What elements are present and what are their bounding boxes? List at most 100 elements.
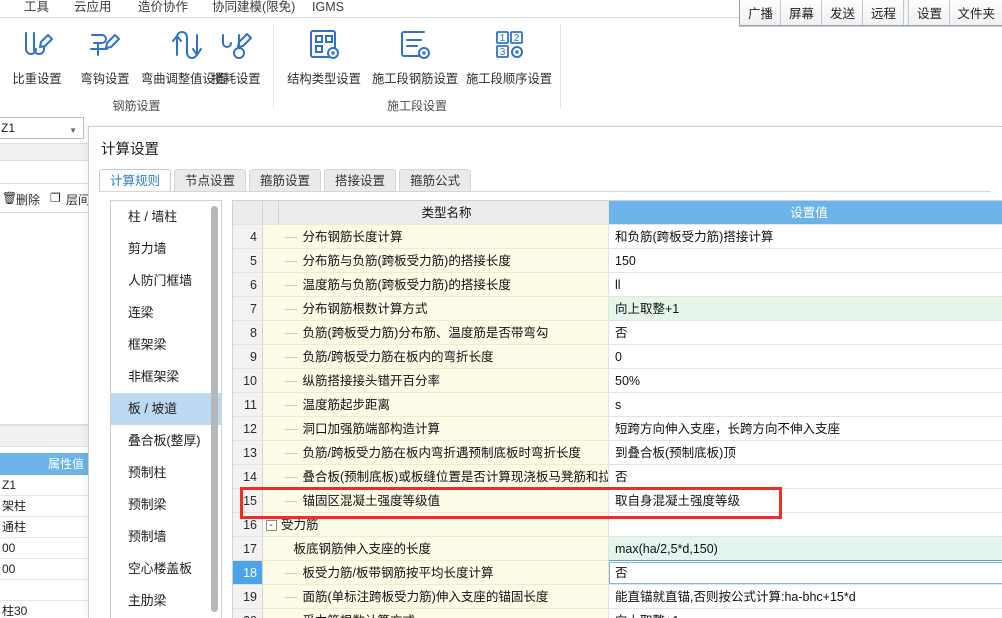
sidebar-item-coupling-beam[interactable]: 连梁: [111, 297, 221, 329]
delete-icon[interactable]: 🗑: [2, 191, 17, 205]
table-row[interactable]: 19 — 面筋(单标注跨板受力筋)伸入支座的锚固长度 能直锚就直锚,否则按公式计算…: [233, 585, 1002, 609]
broadcast-button[interactable]: 广播: [740, 0, 782, 25]
table-row-selected[interactable]: 18 — 板受力筋/板带钢筋按平均长度计算 否: [233, 561, 1002, 585]
row-number[interactable]: 11: [233, 393, 263, 417]
sidebar-item-column-wallcolumn[interactable]: 柱 / 墙柱: [111, 201, 221, 233]
layer-button-label[interactable]: 层间: [66, 191, 90, 208]
property-row[interactable]: 通柱: [0, 517, 88, 538]
table-row[interactable]: 5 — 分布筋与负筋(跨板受力筋)的搭接长度 150: [233, 249, 1002, 273]
row-number[interactable]: 9: [233, 345, 263, 369]
table-row[interactable]: 12 — 洞口加强筋端部构造计算 短跨方向伸入支座，长跨方向不伸入支座: [233, 417, 1002, 441]
row-expander[interactable]: -: [263, 513, 279, 537]
row-setting-value[interactable]: 向上取整+1: [609, 297, 1002, 321]
row-setting-value[interactable]: 150: [609, 249, 1002, 273]
row-setting-value[interactable]: [609, 513, 1002, 537]
row-setting-value[interactable]: 向上取整+1: [609, 609, 1002, 618]
element-selector-combo[interactable]: Z1 ▼: [0, 117, 84, 139]
row-number[interactable]: 20: [233, 609, 263, 618]
button-hook-setting[interactable]: 弯钩设置: [74, 23, 136, 87]
ribbon-tab-cost[interactable]: 造价协作: [138, 0, 188, 16]
button-segment-rebar-setting[interactable]: 施工段钢筋设置: [368, 23, 462, 87]
folder-button[interactable]: 文件夹: [950, 0, 1002, 25]
sidebar-item-main-rib-beam[interactable]: 主肋梁: [111, 585, 221, 617]
property-row[interactable]: [0, 580, 88, 601]
component-type-tree[interactable]: 柱 / 墙柱 剪力墙 人防门框墙 连梁 框架梁 非框架梁 板 / 坡道 叠合板(…: [110, 200, 222, 618]
delete-button-label[interactable]: 删除: [16, 191, 40, 208]
remote-button[interactable]: 远程: [863, 0, 905, 25]
row-setting-value[interactable]: ll: [609, 273, 1002, 297]
table-row[interactable]: 11 — 温度筋起步距离 s: [233, 393, 1002, 417]
button-loss-setting[interactable]: 损耗设置: [205, 23, 267, 87]
row-number[interactable]: 12: [233, 417, 263, 441]
screen-button[interactable]: 屏幕: [781, 0, 823, 25]
row-number[interactable]: 18: [233, 561, 263, 585]
row-number[interactable]: 5: [233, 249, 263, 273]
send-button[interactable]: 发送: [822, 0, 864, 25]
settings-button[interactable]: 设置: [909, 0, 951, 25]
table-row-current[interactable]: 17 板底钢筋伸入支座的长度 max(ha/2,5*d,150): [233, 537, 1002, 561]
table-row[interactable]: 9 — 负筋/跨板受力筋在板内的弯折长度 0: [233, 345, 1002, 369]
property-row[interactable]: 00: [0, 559, 88, 580]
button-weight-setting[interactable]: 比重设置: [6, 23, 68, 87]
row-setting-value[interactable]: 取自身混凝土强度等级: [609, 489, 1002, 513]
grid-header-type-name[interactable]: 类型名称: [279, 201, 609, 225]
row-number[interactable]: 15: [233, 489, 263, 513]
property-row[interactable]: 柱30: [0, 601, 88, 618]
tab-lap-settings[interactable]: 搭接设置: [324, 169, 397, 192]
button-structure-type-setting[interactable]: 结构类型设置: [282, 23, 366, 87]
row-setting-value-editor[interactable]: 否: [609, 561, 1002, 585]
grid-header-setting-value[interactable]: 设置值: [609, 201, 1002, 225]
row-number[interactable]: 19: [233, 585, 263, 609]
tab-calculation-rules[interactable]: 计算规则: [99, 169, 172, 192]
collapse-toggle-icon[interactable]: -: [265, 520, 277, 532]
table-row[interactable]: 15 — 锚固区混凝土强度等级值 取自身混凝土强度等级: [233, 489, 1002, 513]
row-setting-value[interactable]: 0: [609, 345, 1002, 369]
table-row[interactable]: 6 — 温度筋与负筋(跨板受力筋)的搭接长度 ll: [233, 273, 1002, 297]
property-row[interactable]: Z1: [0, 475, 88, 496]
tab-stirrup-formula[interactable]: 箍筋公式: [399, 169, 472, 192]
row-number[interactable]: 7: [233, 297, 263, 321]
row-setting-value[interactable]: 否: [609, 465, 1002, 489]
sidebar-item-nonframe-beam[interactable]: 非框架梁: [111, 361, 221, 393]
row-number[interactable]: 13: [233, 441, 263, 465]
tree-scrollbar-thumb[interactable]: [211, 206, 218, 612]
row-setting-value[interactable]: max(ha/2,5*d,150): [609, 537, 1002, 561]
sidebar-item-precast-column[interactable]: 预制柱: [111, 457, 221, 489]
table-row[interactable]: 7 — 分布钢筋根数计算方式 向上取整+1: [233, 297, 1002, 321]
table-row[interactable]: 14 — 叠合板(预制底板)或板缝位置是否计算现浇板马凳筋和拉筋 否: [233, 465, 1002, 489]
row-setting-value[interactable]: 短跨方向伸入支座，长跨方向不伸入支座: [609, 417, 1002, 441]
row-number[interactable]: 8: [233, 321, 263, 345]
row-number[interactable]: 4: [233, 225, 263, 249]
tab-node-settings[interactable]: 节点设置: [174, 169, 247, 192]
row-setting-value[interactable]: 到叠合板(预制底板)顶: [609, 441, 1002, 465]
sidebar-item-shearwall[interactable]: 剪力墙: [111, 233, 221, 265]
row-number[interactable]: 17: [233, 537, 263, 561]
table-row-group[interactable]: 16 - 受力筋: [233, 513, 1002, 537]
table-row[interactable]: 8 — 负筋(跨板受力筋)分布筋、温度筋是否带弯勾 否: [233, 321, 1002, 345]
sidebar-item-doorframe-wall[interactable]: 人防门框墙: [111, 265, 221, 297]
property-row[interactable]: 架柱: [0, 496, 88, 517]
sidebar-item-composite-slab[interactable]: 叠合板(整厚): [111, 425, 221, 457]
tab-stirrup-settings[interactable]: 箍筋设置: [249, 169, 322, 192]
sidebar-item-hollow-floor-slab[interactable]: 空心楼盖板: [111, 553, 221, 585]
button-segment-order-setting[interactable]: 1 2 3 施工段顺序设置: [462, 23, 556, 87]
row-number[interactable]: 10: [233, 369, 263, 393]
row-setting-value[interactable]: 能直锚就直锚,否则按公式计算:ha-bhc+15*d: [609, 585, 1002, 609]
sidebar-item-precast-beam[interactable]: 预制梁: [111, 489, 221, 521]
sidebar-item-precast-wall[interactable]: 预制墙: [111, 521, 221, 553]
row-setting-value[interactable]: s: [609, 393, 1002, 417]
row-setting-value[interactable]: 和负筋(跨板受力筋)搭接计算: [609, 225, 1002, 249]
row-number[interactable]: 14: [233, 465, 263, 489]
table-row[interactable]: 10 — 纵筋搭接接头错开百分率 50%: [233, 369, 1002, 393]
table-row[interactable]: 4 — 分布钢筋长度计算 和负筋(跨板受力筋)搭接计算: [233, 225, 1002, 249]
ribbon-tab-tools[interactable]: 工具: [24, 0, 49, 16]
row-number[interactable]: 16: [233, 513, 263, 537]
sidebar-item-frame-beam[interactable]: 框架梁: [111, 329, 221, 361]
table-row[interactable]: 20 —受力筋根数计算方式 向上取整+1: [233, 609, 1002, 618]
property-row[interactable]: 00: [0, 538, 88, 559]
sidebar-item-slab-ramp[interactable]: 板 / 坡道: [111, 393, 221, 425]
row-setting-value[interactable]: 50%: [609, 369, 1002, 393]
row-setting-value[interactable]: 否: [609, 321, 1002, 345]
ribbon-tab-cloud[interactable]: 云应用: [74, 0, 112, 16]
copy-layer-icon[interactable]: ❐: [50, 191, 61, 205]
